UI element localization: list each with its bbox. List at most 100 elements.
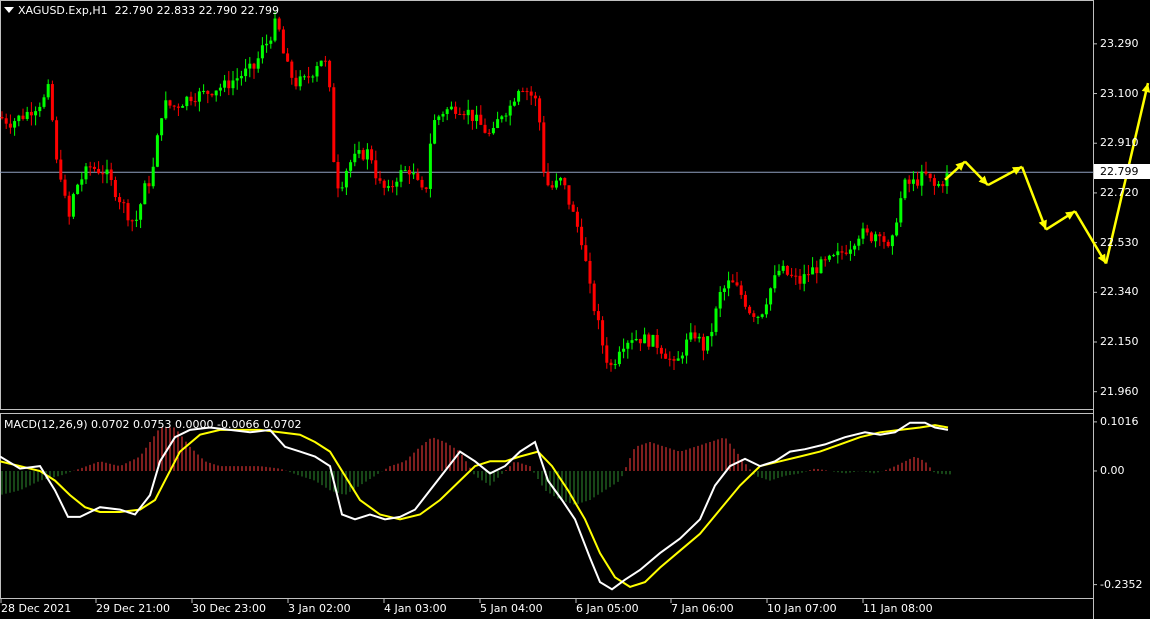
bear-candle <box>605 345 609 363</box>
price-tick-label: 22.910 <box>1100 136 1139 150</box>
bear-candle <box>277 18 281 30</box>
bear-candle <box>571 204 575 212</box>
bear-candle <box>374 160 378 179</box>
bear-candle <box>794 275 798 277</box>
bear-candle <box>227 80 231 89</box>
bull-candle <box>164 100 168 119</box>
bull-candle <box>344 170 348 188</box>
bull-candle <box>353 153 357 163</box>
bull-candle <box>504 115 508 117</box>
bear-candle <box>0 117 4 119</box>
bear-candle <box>378 178 382 181</box>
bear-candle <box>307 76 311 78</box>
bull-candle <box>613 364 617 366</box>
bull-candle <box>903 179 907 199</box>
bull-candle <box>433 120 437 144</box>
bull-candle <box>105 169 109 175</box>
bear-candle <box>210 93 214 96</box>
bull-candle <box>76 184 80 195</box>
bear-candle <box>672 359 676 361</box>
bear-candle <box>407 170 411 175</box>
bear-candle <box>462 114 466 116</box>
bear-candle <box>588 260 592 284</box>
price-chart[interactable] <box>0 0 1150 619</box>
bear-candle <box>580 226 584 246</box>
bear-candle <box>50 84 54 121</box>
bull-candle <box>773 275 777 289</box>
bear-candle <box>281 29 285 54</box>
bear-candle <box>916 179 920 186</box>
macd-tick-label: -0.2352 <box>1100 577 1143 591</box>
bear-candle <box>865 228 869 233</box>
bear-candle <box>286 53 290 62</box>
bull-candle <box>848 249 852 254</box>
time-tick-label: 4 Jan 03:00 <box>384 602 447 615</box>
bull-candle <box>756 316 760 318</box>
bear-candle <box>176 106 180 108</box>
bull-candle <box>781 265 785 271</box>
bull-candle <box>680 355 684 359</box>
bull-candle <box>617 351 621 365</box>
bear-candle <box>538 98 542 123</box>
bull-candle <box>727 280 731 289</box>
bull-candle <box>512 101 516 106</box>
bear-candle <box>252 63 256 69</box>
bear-candle <box>63 179 67 196</box>
bear-candle <box>575 211 579 227</box>
bear-candle <box>328 60 332 88</box>
bear-candle <box>869 232 873 242</box>
bull-candle <box>622 348 626 352</box>
macd-label: MACD(12,26,9) 0.0702 0.0753 0.0000 -0.00… <box>4 418 302 431</box>
bear-candle <box>67 195 71 217</box>
bear-candle <box>659 347 663 354</box>
bear-candle <box>88 166 92 168</box>
price-tick-label: 23.290 <box>1100 36 1139 50</box>
time-tick-label: 5 Jan 04:00 <box>480 602 543 615</box>
bear-candle <box>886 241 890 247</box>
bull-candle <box>689 332 693 340</box>
bear-candle <box>126 203 130 221</box>
bear-candle <box>878 234 882 237</box>
bear-candle <box>59 159 63 180</box>
bull-candle <box>554 180 558 188</box>
bear-candle <box>323 60 327 62</box>
bear-candle <box>743 294 747 307</box>
bull-candle <box>139 204 143 220</box>
bear-candle <box>193 101 197 103</box>
bear-candle <box>567 185 571 205</box>
bull-candle <box>357 150 361 154</box>
time-tick-label: 28 Dec 2021 <box>1 602 72 615</box>
bear-candle <box>815 267 819 274</box>
time-tick-label: 29 Dec 21:00 <box>96 602 170 615</box>
bear-candle <box>823 259 827 261</box>
bull-candle <box>676 358 680 361</box>
bull-candle <box>853 245 857 250</box>
bull-candle <box>403 170 407 172</box>
time-tick-label: 10 Jan 07:00 <box>767 602 837 615</box>
bull-candle <box>491 128 495 134</box>
bull-candle <box>722 288 726 292</box>
bear-candle <box>113 179 117 198</box>
bear-candle <box>92 166 96 169</box>
bull-candle <box>643 334 647 344</box>
bear-candle <box>928 173 932 179</box>
bull-candle <box>651 334 655 347</box>
bull-candle <box>508 105 512 116</box>
bull-candle <box>899 198 903 223</box>
bull-candle <box>239 76 243 79</box>
bull-candle <box>496 119 500 129</box>
bear-candle <box>735 282 739 286</box>
bear-candle <box>172 105 176 107</box>
bull-candle <box>315 66 319 77</box>
bull-candle <box>718 291 722 309</box>
bear-candle <box>294 77 298 87</box>
macd-line <box>0 421 949 591</box>
bear-candle <box>907 179 911 184</box>
bull-candle <box>911 179 915 184</box>
bull-candle <box>151 166 155 187</box>
bull-candle <box>160 118 164 136</box>
dropdown-triangle-icon[interactable] <box>4 7 14 13</box>
bull-candle <box>760 314 764 317</box>
bull-candle <box>46 84 50 98</box>
bear-candle <box>932 178 936 186</box>
